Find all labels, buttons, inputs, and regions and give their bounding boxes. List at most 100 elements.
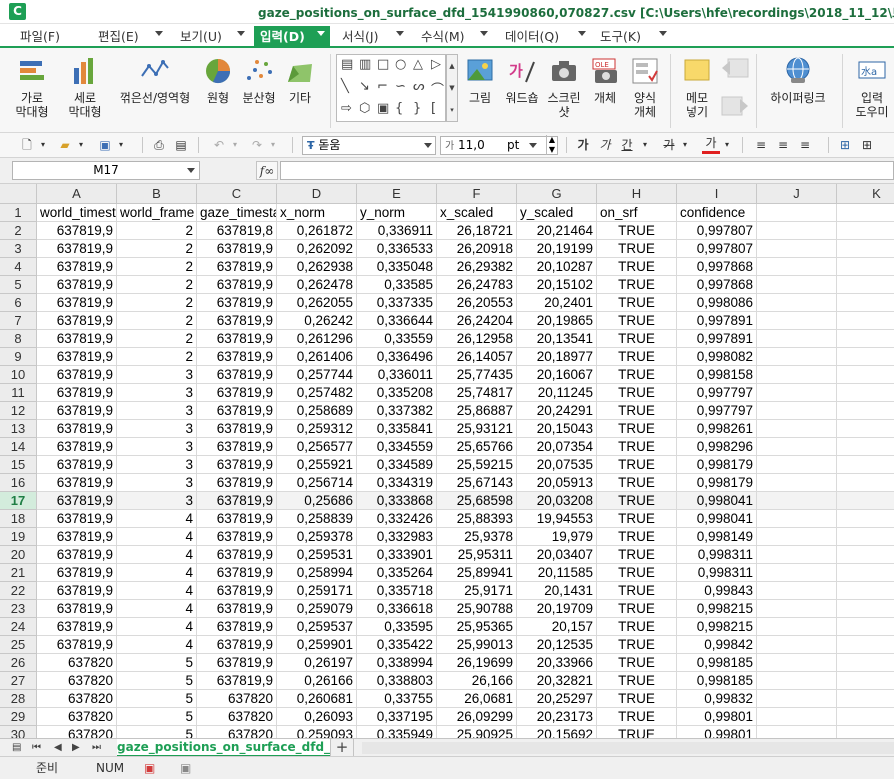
data-cell[interactable]: 3 [117,456,197,474]
data-cell[interactable]: 637819,9 [37,384,117,402]
strikethrough-dropdown-chevron-icon[interactable]: ▾ [680,136,690,154]
data-cell[interactable]: 5 [117,726,197,738]
data-cell[interactable]: 25,93121 [437,420,517,438]
data-cell[interactable]: 0,255921 [277,456,357,474]
data-cell[interactable]: 0,997868 [677,276,757,294]
first-sheet-icon[interactable]: ⏮ [32,740,41,756]
data-cell[interactable]: 637819,9 [197,384,277,402]
data-cell[interactable] [757,510,837,528]
data-cell[interactable]: TRUE [597,276,677,294]
data-cell[interactable]: 637819,9 [197,276,277,294]
textbox-shape-icon[interactable]: ▤ [341,57,353,72]
menu-insert-chevron-icon[interactable] [317,31,325,36]
data-cell[interactable] [757,438,837,456]
data-cell[interactable]: 5 [117,708,197,726]
data-cell[interactable]: 0,998158 [677,366,757,384]
print-icon[interactable]: ⎙ [150,136,168,154]
data-cell[interactable]: 20,23173 [517,708,597,726]
row-header[interactable]: 8 [0,330,37,348]
data-cell[interactable]: 637819,9 [37,258,117,276]
menu-data-chevron-icon[interactable] [578,31,586,36]
column-header-c[interactable]: C [197,184,277,204]
data-cell[interactable] [837,258,894,276]
data-cell[interactable]: 0,258839 [277,510,357,528]
redo-dropdown-chevron-icon[interactable]: ▾ [268,136,278,154]
header-cell[interactable]: world_timestamp [37,204,117,222]
data-cell[interactable]: 0,259901 [277,636,357,654]
data-cell[interactable]: 0,257744 [277,366,357,384]
next-sheet-icon[interactable]: ▶ [72,740,80,756]
data-cell[interactable]: 0,998185 [677,672,757,690]
sheet-tab-active[interactable]: gaze_positions_on_surface_dfd_1 [117,739,330,757]
data-cell[interactable]: 0,337335 [357,294,437,312]
row-header[interactable]: 9 [0,348,37,366]
data-cell[interactable] [837,222,894,240]
menu-formula[interactable]: 수식(M) [415,26,471,48]
data-cell[interactable]: 0,261406 [277,348,357,366]
data-cell[interactable]: 0,259079 [277,600,357,618]
save-dropdown-chevron-icon[interactable]: ▾ [116,136,126,154]
data-cell[interactable]: TRUE [597,600,677,618]
header-cell[interactable]: x_norm [277,204,357,222]
curve-shape-icon[interactable]: ∽ [395,79,406,94]
data-cell[interactable]: 19,979 [517,528,597,546]
column-header-b[interactable]: B [117,184,197,204]
data-cell[interactable] [837,726,894,738]
row-header[interactable]: 2 [0,222,37,240]
data-cell[interactable] [837,654,894,672]
data-cell[interactable] [837,312,894,330]
data-cell[interactable]: 0,998149 [677,528,757,546]
data-cell[interactable]: 25,59215 [437,456,517,474]
data-cell[interactable]: 637819,9 [37,492,117,510]
data-cell[interactable]: 0,99843 [677,582,757,600]
data-cell[interactable]: 637820 [197,690,277,708]
line-shape-icon[interactable]: ╲ [341,79,349,94]
data-cell[interactable]: 25,95311 [437,546,517,564]
menu-tools-chevron-icon[interactable] [659,31,667,36]
row-header[interactable]: 22 [0,582,37,600]
data-cell[interactable] [757,708,837,726]
object-button[interactable]: OLE 개체 [588,50,622,105]
data-cell[interactable]: 637819,9 [197,492,277,510]
data-cell[interactable]: 20,21464 [517,222,597,240]
data-cell[interactable]: 637819,9 [197,636,277,654]
data-cell[interactable]: 0,261872 [277,222,357,240]
data-cell[interactable]: 0,26242 [277,312,357,330]
data-cell[interactable]: 4 [117,618,197,636]
data-cell[interactable]: 0,336533 [357,240,437,258]
data-cell[interactable]: 637820 [37,708,117,726]
data-cell[interactable]: 20,03208 [517,492,597,510]
data-cell[interactable]: 637819,9 [197,258,277,276]
data-cell[interactable]: 2 [117,240,197,258]
save-icon[interactable]: ▣ [96,136,114,154]
data-cell[interactable]: 0,336644 [357,312,437,330]
data-cell[interactable]: 637819,9 [37,600,117,618]
input-helper-button[interactable]: 水a 입력 도우미 [850,50,894,119]
data-cell[interactable]: 0,336618 [357,600,437,618]
data-cell[interactable]: 4 [117,546,197,564]
data-cell[interactable]: 0,336496 [357,348,437,366]
row-header[interactable]: 13 [0,420,37,438]
data-cell[interactable]: 0,336011 [357,366,437,384]
data-cell[interactable] [757,384,837,402]
data-cell[interactable]: 637820 [37,672,117,690]
data-cell[interactable]: 637819,9 [37,240,117,258]
data-cell[interactable] [757,258,837,276]
formula-input[interactable] [280,161,894,180]
row-header[interactable]: 21 [0,564,37,582]
data-cell[interactable]: 26,20918 [437,240,517,258]
data-cell[interactable]: 4 [117,510,197,528]
brace-right-shape-icon[interactable]: } [413,101,421,116]
data-cell[interactable]: TRUE [597,348,677,366]
next-memo-icon[interactable] [720,94,750,120]
data-cell[interactable] [757,528,837,546]
data-cell[interactable]: 637819,9 [197,366,277,384]
data-cell[interactable]: 0,262092 [277,240,357,258]
data-cell[interactable]: 637819,9 [197,402,277,420]
header-cell[interactable]: y_scaled [517,204,597,222]
data-cell[interactable]: 2 [117,276,197,294]
data-cell[interactable]: 3 [117,384,197,402]
data-cell[interactable]: 0,259093 [277,726,357,738]
data-cell[interactable]: 637819,9 [197,456,277,474]
row-header[interactable]: 3 [0,240,37,258]
